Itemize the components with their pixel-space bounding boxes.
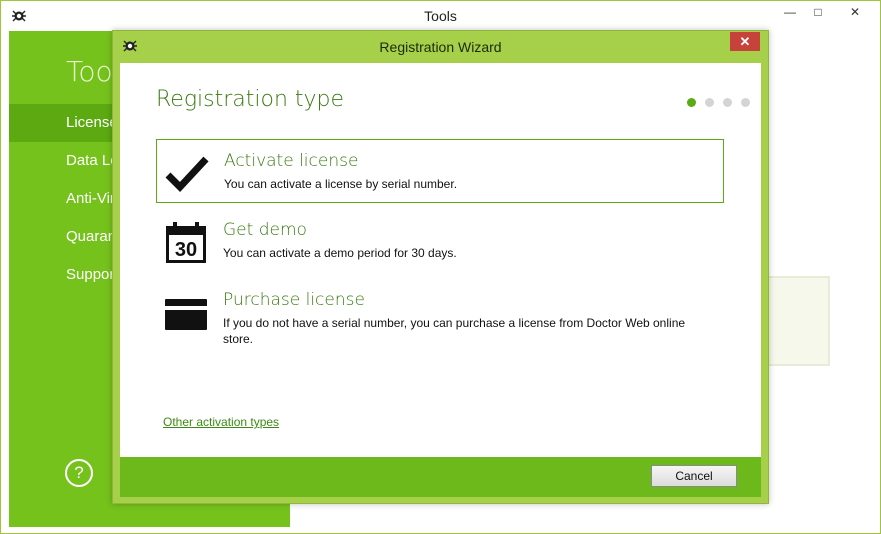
minimize-button[interactable]: — xyxy=(776,1,804,23)
option-activate-license[interactable]: Activate license You can activate a lice… xyxy=(156,139,724,203)
option-title: Get demo xyxy=(223,220,307,240)
other-activation-types-link[interactable]: Other activation types xyxy=(163,415,279,429)
tools-content-panel xyxy=(766,276,830,366)
close-icon: ✕ xyxy=(849,5,861,19)
option-purchase-license[interactable]: Purchase license If you do not have a se… xyxy=(156,279,724,359)
page-title: Registration type xyxy=(156,87,345,112)
option-description: You can activate a license by serial num… xyxy=(224,177,458,191)
option-get-demo[interactable]: 30 Get demo You can activate a demo peri… xyxy=(156,209,724,273)
maximize-icon: □ xyxy=(814,5,822,19)
window-controls: — □ ✕ xyxy=(776,1,878,23)
minimize-icon: — xyxy=(784,5,796,19)
option-title: Activate license xyxy=(224,151,359,171)
close-icon: ✕ xyxy=(739,34,751,49)
step-progress-indicator xyxy=(687,98,750,107)
maximize-button[interactable]: □ xyxy=(804,1,832,23)
step-dot-1 xyxy=(687,98,696,107)
help-icon[interactable]: ? xyxy=(65,459,93,487)
option-description: If you do not have a serial number, you … xyxy=(223,316,686,346)
tools-titlebar: Tools — □ ✕ xyxy=(1,1,880,31)
option-description: You can activate a demo period for 30 da… xyxy=(223,246,457,260)
credit-card-icon xyxy=(165,299,207,330)
wizard-content: Registration type Activate license You c… xyxy=(120,63,761,457)
calendar-icon: 30 xyxy=(166,222,206,263)
step-dot-4 xyxy=(741,98,750,107)
wizard-title: Registration Wizard xyxy=(379,39,502,55)
cancel-button[interactable]: Cancel xyxy=(651,465,737,487)
registration-wizard-dialog: Registration Wizard ✕ Registration type … xyxy=(112,30,769,504)
checkmark-icon xyxy=(165,156,209,193)
close-button[interactable]: ✕ xyxy=(832,1,878,23)
option-title: Purchase license xyxy=(223,290,365,310)
step-dot-2 xyxy=(705,98,714,107)
step-dot-3 xyxy=(723,98,732,107)
wizard-footer: Cancel xyxy=(120,457,761,497)
calendar-day-number: 30 xyxy=(175,239,197,261)
tools-window-title: Tools xyxy=(424,8,457,24)
wizard-close-button[interactable]: ✕ xyxy=(730,32,760,51)
